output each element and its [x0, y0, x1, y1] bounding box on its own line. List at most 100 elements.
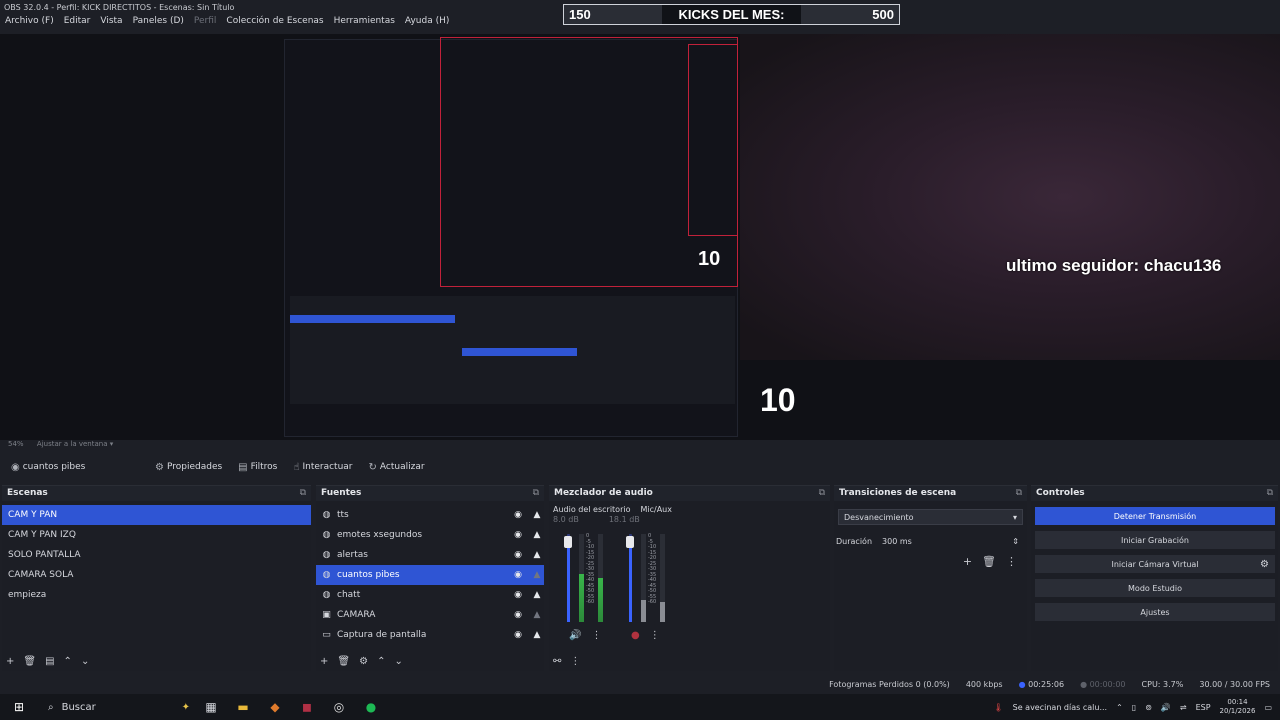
arrow-down-icon[interactable]: ⌄ [394, 656, 402, 667]
mic-muted-icon[interactable]: ● [631, 630, 640, 641]
source-item[interactable]: ◍ chatt ◉ ▲ [316, 585, 544, 605]
menu-profile[interactable]: Perfil [194, 16, 217, 32]
lock-icon[interactable]: ▲ [530, 510, 544, 520]
weather-icon[interactable]: 🌡 [993, 703, 1003, 712]
menu-help[interactable]: Ayuda (H) [405, 16, 449, 32]
undock-icon[interactable]: ⧉ [1016, 488, 1022, 499]
windows-start-icon[interactable]: ⊞ [8, 696, 30, 718]
eye-icon[interactable]: ◉ [511, 550, 525, 560]
menu-tools[interactable]: Herramientas [334, 16, 395, 32]
kebab-menu-icon[interactable]: ⋮ [591, 630, 601, 641]
kebab-menu-icon[interactable]: ⋮ [1006, 555, 1017, 568]
source-item[interactable]: ▭ Captura de pantalla ◉ ▲ [316, 625, 544, 645]
trash-icon[interactable]: 🗑 [982, 555, 996, 568]
add-icon[interactable]: + [320, 656, 328, 667]
lock-icon[interactable]: ▲ [530, 550, 544, 560]
menu-scene-collection[interactable]: Colección de Escenas [226, 16, 323, 32]
duration-input[interactable]: 300 ms ⇕ [878, 533, 1023, 549]
undock-icon[interactable]: ⧉ [1267, 488, 1273, 499]
obs-icon[interactable]: ◎ [328, 696, 350, 718]
speaker-icon[interactable]: 🔊 [569, 630, 581, 641]
eye-icon[interactable]: ◉ [511, 570, 525, 580]
mic-volume-knob[interactable] [626, 536, 634, 548]
source-item[interactable]: ◍ tts ◉ ▲ [316, 505, 544, 525]
source-item[interactable]: ◍ cuantos pibes ◉ ▲ [316, 565, 544, 585]
settings-button[interactable]: Ajustes [1035, 603, 1275, 621]
spotify-icon[interactable]: ● [360, 696, 382, 718]
kebab-menu-icon[interactable]: ⋮ [650, 630, 660, 641]
task-view-icon[interactable]: ▦ [200, 696, 222, 718]
lock-icon[interactable]: ▲ [530, 590, 544, 600]
filters-button[interactable]: ▤ Filtros [233, 460, 282, 475]
kicks-current: 150 [564, 5, 662, 24]
filter-icon[interactable]: ▤ [45, 656, 54, 667]
notification-icon[interactable]: ▭ [1264, 703, 1272, 712]
arrow-up-icon[interactable]: ⌃ [64, 656, 72, 667]
desktop-volume-knob[interactable] [564, 536, 572, 548]
taskbar-search[interactable]: ⌕ Buscar ✦ [40, 696, 190, 718]
lock-icon[interactable]: ▲ [530, 530, 544, 540]
menu-view[interactable]: Vista [100, 16, 122, 32]
network-icon[interactable]: ⊚ [1145, 703, 1152, 712]
broadcast-icon: ● [1018, 679, 1026, 689]
start-recording-button[interactable]: Iniciar Grabación [1035, 531, 1275, 549]
scene-item[interactable]: empieza [2, 585, 311, 605]
weather-news[interactable]: Se avecinan días calu... [1013, 703, 1107, 712]
lock-icon[interactable]: ▲ [530, 610, 544, 620]
zoom-level[interactable]: 54% [8, 440, 24, 448]
gear-icon[interactable]: ⚙ [1260, 559, 1269, 570]
interact-button[interactable]: ☝ Interactuar [288, 460, 357, 475]
scene-item[interactable]: CAMARA SOLA [2, 565, 311, 585]
chevron-down-icon[interactable]: ▾ [110, 440, 114, 448]
battery-icon[interactable]: ▯ [1132, 703, 1136, 712]
studio-mode-button[interactable]: Modo Estudio [1035, 579, 1275, 597]
arrow-down-icon[interactable]: ⌄ [81, 656, 89, 667]
kebab-menu-icon[interactable]: ⋮ [570, 656, 580, 667]
spinner-icon[interactable]: ⇕ [1012, 537, 1019, 546]
arrow-up-icon[interactable]: ⌃ [377, 656, 385, 667]
eye-icon[interactable]: ◉ [511, 590, 525, 600]
trash-icon[interactable]: 🗑 [337, 656, 350, 667]
undock-icon[interactable]: ⧉ [533, 488, 539, 499]
lock-icon[interactable]: ▲ [530, 570, 544, 580]
eye-icon[interactable]: ◉ [511, 510, 525, 520]
menu-edit[interactable]: Editar [64, 16, 91, 32]
add-icon[interactable]: + [963, 555, 972, 568]
virtual-camera-button[interactable]: Iniciar Cámara Virtual ⚙ [1035, 555, 1275, 573]
trash-icon[interactable]: 🗑 [23, 656, 36, 667]
add-icon[interactable]: + [6, 656, 14, 667]
kicks-goal: 500 [801, 5, 899, 24]
sources-title: Fuentes [321, 488, 362, 498]
undock-icon[interactable]: ⧉ [300, 488, 306, 499]
source-item[interactable]: ▣ CAMARA ◉ ▲ [316, 605, 544, 625]
app-icon[interactable]: ◆ [264, 696, 286, 718]
zoom-fit[interactable]: Ajustar a la ventana [37, 440, 108, 448]
chevron-up-icon[interactable]: ⌃ [1116, 703, 1123, 712]
source-item[interactable]: ◍ alertas ◉ ▲ [316, 545, 544, 565]
language-indicator[interactable]: ESP [1196, 703, 1211, 712]
speaker-icon[interactable]: 🔊 [1161, 703, 1171, 712]
transition-select[interactable]: Desvanecimiento ▾ [838, 509, 1023, 525]
eye-icon[interactable]: ◉ [511, 530, 525, 540]
scene-item[interactable]: CAM Y PAN [2, 505, 311, 525]
source-item[interactable]: ◍ emotes xsegundos ◉ ▲ [316, 525, 544, 545]
menu-file[interactable]: Archivo (F) [5, 16, 54, 32]
file-explorer-icon[interactable]: ▬ [232, 696, 254, 718]
link-icon[interactable]: ⚯ [553, 656, 561, 667]
menu-docks[interactable]: Paneles (D) [133, 16, 184, 32]
usb-icon[interactable]: ⇌ [1180, 703, 1187, 712]
lock-icon[interactable]: ▲ [530, 630, 544, 640]
scene-item[interactable]: CAM Y PAN IZQ [2, 525, 311, 545]
refresh-button[interactable]: ↻ Actualizar [364, 460, 430, 475]
desktop-meter-right [598, 534, 603, 622]
properties-button[interactable]: ⚙ Propiedades [150, 460, 227, 475]
undock-icon[interactable]: ⧉ [819, 488, 825, 499]
clock[interactable]: 00:14 20/1/2026 [1220, 698, 1256, 716]
scene-item[interactable]: SOLO PANTALLA [2, 545, 311, 565]
preview-canvas[interactable]: 10 ultimo seguidor: chacu136 10 [0, 34, 1280, 440]
stop-streaming-button[interactable]: Detener Transmisión [1035, 507, 1275, 525]
eye-icon[interactable]: ◉ [511, 630, 525, 640]
gear-icon[interactable]: ⚙ [359, 656, 368, 667]
eye-icon[interactable]: ◉ [511, 610, 525, 620]
app-icon[interactable]: ◼ [296, 696, 318, 718]
